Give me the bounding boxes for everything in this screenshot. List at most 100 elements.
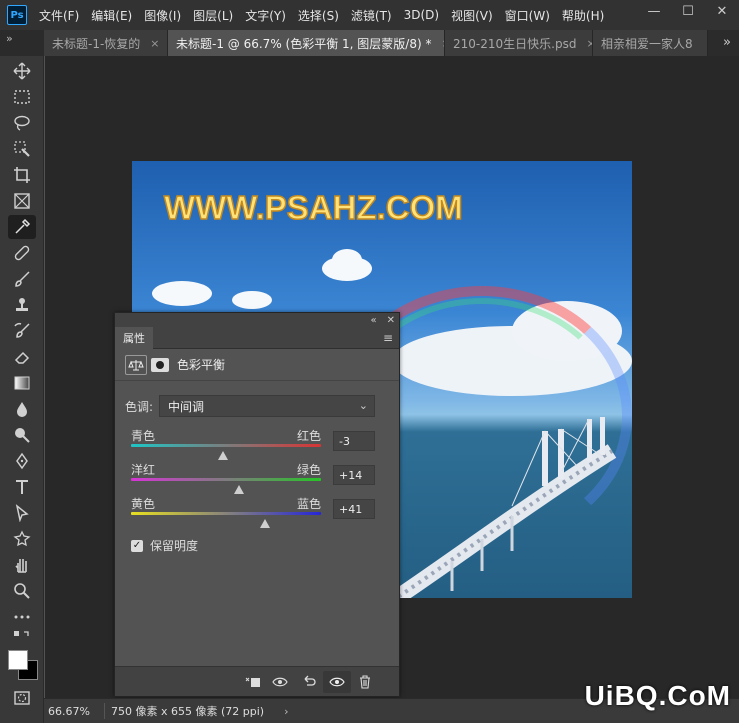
- panel-header: 属性 ≡: [115, 326, 399, 349]
- menu-bar: Ps 文件(F) 编辑(E) 图像(I) 图层(L) 文字(Y) 选择(S) 滤…: [0, 0, 739, 30]
- brush-tool-icon[interactable]: [8, 267, 36, 291]
- tab-active-document[interactable]: 未标题-1 @ 66.7% (色彩平衡 1, 图层蒙版/8) * ×: [168, 30, 445, 56]
- adjustment-name: 色彩平衡: [177, 358, 226, 372]
- toolbar-collapse-icon[interactable]: »: [0, 30, 44, 56]
- gradient-tool-icon[interactable]: [8, 371, 36, 395]
- foreground-color-swatch[interactable]: [8, 650, 28, 670]
- maximize-button[interactable]: ☐: [671, 0, 705, 22]
- slider-right-label: 绿色: [296, 463, 321, 477]
- slider-thumb[interactable]: [218, 451, 229, 460]
- menu-select[interactable]: 选择(S): [298, 7, 339, 24]
- tools-panel: [0, 56, 44, 723]
- menu-filter[interactable]: 滤镜(T): [351, 7, 392, 24]
- panel-menu-icon[interactable]: ≡: [383, 331, 393, 345]
- layer-mask-icon[interactable]: [151, 357, 169, 372]
- preserve-luminosity-row[interactable]: ✓ 保留明度: [131, 537, 198, 554]
- tone-row: 色调: 中间调 ⌄: [125, 395, 390, 417]
- menu-window[interactable]: 窗口(W): [505, 7, 550, 24]
- eyedropper-tool-icon[interactable]: [8, 215, 36, 239]
- tab-label: 210-210生日快乐.psd: [453, 36, 577, 51]
- menu-help[interactable]: 帮助(H): [562, 7, 604, 24]
- magenta-green-value-input[interactable]: +14: [333, 465, 375, 485]
- history-brush-tool-icon[interactable]: [8, 319, 36, 343]
- blur-tool-icon[interactable]: [8, 397, 36, 421]
- adjustment-header: 色彩平衡: [115, 349, 399, 381]
- cloud: [152, 281, 212, 306]
- photoshop-logo-icon: Ps: [7, 5, 27, 25]
- menu-view[interactable]: 视图(V): [451, 7, 493, 24]
- slider-left-label: 青色: [131, 429, 156, 443]
- tab-label: 相亲相爱一家人8: [601, 36, 693, 51]
- document-dimensions: 750 像素 x 655 像素 (72 ppi): [104, 703, 264, 719]
- tab-overflow-icon[interactable]: »: [723, 35, 731, 50]
- dodge-tool-icon[interactable]: [8, 423, 36, 447]
- collapse-panel-icon[interactable]: «: [370, 315, 376, 326]
- view-previous-state-icon[interactable]: [267, 671, 295, 693]
- frame-tool-icon[interactable]: [8, 189, 36, 213]
- yellow-blue-slider[interactable]: 黄色 蓝色: [131, 495, 321, 528]
- slider-left-label: 洋红: [131, 463, 156, 477]
- tab-properties[interactable]: 属性: [115, 326, 153, 349]
- close-button[interactable]: ✕: [705, 0, 739, 22]
- cyan-red-slider[interactable]: 青色 红色: [131, 427, 321, 460]
- quick-mask-icon[interactable]: [8, 686, 36, 710]
- hand-tool-icon[interactable]: [8, 553, 36, 577]
- properties-panel: « ✕ 属性 ≡ 色彩平衡 色调: 中间调 ⌄ 青色 红色 -3 洋红 绿色 +14…: [114, 312, 400, 697]
- path-select-tool-icon[interactable]: [8, 501, 36, 525]
- close-panel-icon[interactable]: ✕: [387, 315, 395, 326]
- reset-icon[interactable]: [295, 671, 323, 693]
- healing-tool-icon[interactable]: [8, 241, 36, 265]
- tab-label: 未标题-1-恢复的: [52, 36, 141, 51]
- minimize-button[interactable]: —: [637, 0, 671, 22]
- slider-right-label: 蓝色: [296, 497, 321, 511]
- menu-image[interactable]: 图像(I): [144, 7, 181, 24]
- slider-left-label: 黄色: [131, 497, 156, 511]
- tab-label: 未标题-1 @ 66.7% (色彩平衡 1, 图层蒙版/8) *: [176, 36, 432, 51]
- clip-to-layer-icon[interactable]: [239, 671, 267, 693]
- type-tool-icon[interactable]: [8, 475, 36, 499]
- panel-footer: [115, 666, 399, 696]
- zoom-tool-icon[interactable]: [8, 579, 36, 603]
- swap-colors-icon[interactable]: [8, 629, 36, 647]
- canvas-watermark-text: WWW.PSAHZ.COM: [163, 188, 463, 227]
- tab-recovered[interactable]: 未标题-1-恢复的 ×: [44, 30, 168, 56]
- tab-close-icon[interactable]: ×: [150, 37, 159, 50]
- move-tool-icon[interactable]: [8, 59, 36, 83]
- site-watermark: UiBQ.CoM: [584, 680, 731, 711]
- document-tab-bar: » 未标题-1-恢复的 × 未标题-1 @ 66.7% (色彩平衡 1, 图层蒙…: [0, 30, 739, 56]
- menu-file[interactable]: 文件(F): [39, 7, 79, 24]
- shape-tool-icon[interactable]: [8, 527, 36, 551]
- cloud: [232, 291, 272, 309]
- preserve-luminosity-checkbox[interactable]: ✓: [131, 539, 143, 552]
- status-menu-icon[interactable]: ›: [284, 705, 288, 718]
- magenta-green-slider[interactable]: 洋红 绿色: [131, 461, 321, 494]
- tab-birthday-psd[interactable]: 210-210生日快乐.psd ×: [445, 30, 593, 56]
- slider-track[interactable]: [131, 512, 321, 515]
- menu-edit[interactable]: 编辑(E): [91, 7, 132, 24]
- yellow-blue-value-input[interactable]: +41: [333, 499, 375, 519]
- zoom-level[interactable]: 66.67%: [44, 705, 94, 718]
- marquee-tool-icon[interactable]: [8, 85, 36, 109]
- cloud: [332, 249, 362, 271]
- visibility-eye-icon[interactable]: [323, 670, 351, 693]
- cyan-red-value-input[interactable]: -3: [333, 431, 375, 451]
- balance-scale-icon[interactable]: [125, 354, 147, 375]
- pen-tool-icon[interactable]: [8, 449, 36, 473]
- lasso-tool-icon[interactable]: [8, 111, 36, 135]
- menu-layer[interactable]: 图层(L): [193, 7, 233, 24]
- stamp-tool-icon[interactable]: [8, 293, 36, 317]
- tone-dropdown[interactable]: 中间调 ⌄: [159, 395, 375, 417]
- more-tools-icon[interactable]: [8, 605, 36, 629]
- slider-track[interactable]: [131, 478, 321, 481]
- slider-track[interactable]: [131, 444, 321, 447]
- menu-3d[interactable]: 3D(D): [404, 8, 439, 22]
- eraser-tool-icon[interactable]: [8, 345, 36, 369]
- slider-thumb[interactable]: [259, 519, 270, 528]
- tone-value: 中间调: [168, 399, 205, 414]
- quick-select-tool-icon[interactable]: [8, 137, 36, 161]
- menu-type[interactable]: 文字(Y): [245, 7, 286, 24]
- trash-icon[interactable]: [351, 671, 379, 693]
- tab-family[interactable]: 相亲相爱一家人8: [593, 30, 708, 56]
- slider-thumb[interactable]: [234, 485, 245, 494]
- crop-tool-icon[interactable]: [8, 163, 36, 187]
